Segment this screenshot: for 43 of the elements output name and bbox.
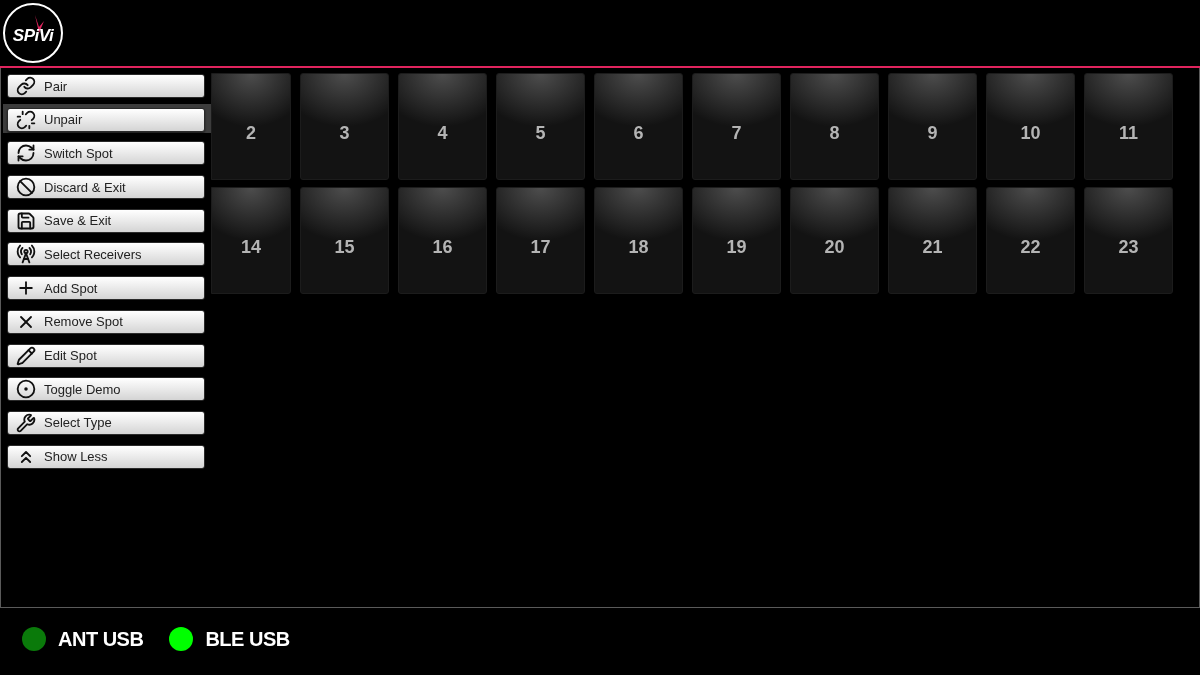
spot-tile[interactable]: 9	[888, 73, 977, 180]
spot-tile[interactable]: 11	[1084, 73, 1173, 180]
broken-link-icon	[16, 109, 36, 130]
status-label: BLE USB	[205, 626, 290, 652]
logo-text: SPiVi	[12, 26, 54, 44]
menu-item[interactable]: Switch Spot	[7, 141, 205, 166]
spot-tile[interactable]: 7	[692, 73, 781, 180]
spot-tile[interactable]: 8	[790, 73, 879, 180]
menu-item[interactable]: Toggle Demo	[7, 377, 205, 402]
spot-tile[interactable]: 2	[211, 73, 291, 180]
spot-tile[interactable]: 4	[398, 73, 487, 180]
menu-item[interactable]: Remove Spot	[7, 309, 205, 334]
menu-item[interactable]: Discard & Exit	[7, 175, 205, 200]
menu-item[interactable]: Show Less	[7, 444, 205, 469]
link-icon	[16, 76, 36, 96]
spot-tile[interactable]: 5	[496, 73, 585, 180]
record-icon	[16, 379, 36, 400]
prohibited-icon	[16, 177, 36, 198]
spot-tile[interactable]: 15	[300, 187, 389, 294]
spot-tile[interactable]: 10	[986, 73, 1075, 180]
menu-item[interactable]: Pair	[7, 74, 205, 98]
menu-item[interactable]: Save & Exit	[7, 208, 205, 233]
refresh-icon	[16, 143, 36, 164]
menu-item[interactable]: Select Receivers	[7, 242, 205, 267]
spot-tile[interactable]: 16	[398, 187, 487, 294]
antenna-icon	[16, 244, 36, 265]
spot-tile[interactable]: 19	[692, 187, 781, 294]
spot-tile[interactable]: 14	[211, 187, 291, 294]
spot-tile[interactable]: 17	[496, 187, 585, 294]
spot-tile[interactable]: 22	[986, 187, 1075, 294]
wrench-icon	[16, 412, 36, 433]
pencil-icon	[16, 345, 36, 366]
menu-item[interactable]: Add Spot	[7, 276, 205, 301]
spot-tile[interactable]: 3	[300, 73, 389, 180]
spot-tile[interactable]: 20	[790, 187, 879, 294]
spot-tile[interactable]: 6	[594, 73, 683, 180]
spot-tile[interactable]: 18	[594, 187, 683, 294]
spot-tile[interactable]: 21	[888, 187, 977, 294]
status-label: ANT USB	[58, 626, 144, 652]
menu-item[interactable]: Edit Spot	[7, 343, 205, 368]
spot-tile[interactable]: 23	[1084, 187, 1173, 294]
menu-item[interactable]: Select Type	[7, 410, 205, 435]
menu-item[interactable]: Unpair	[3, 103, 211, 133]
